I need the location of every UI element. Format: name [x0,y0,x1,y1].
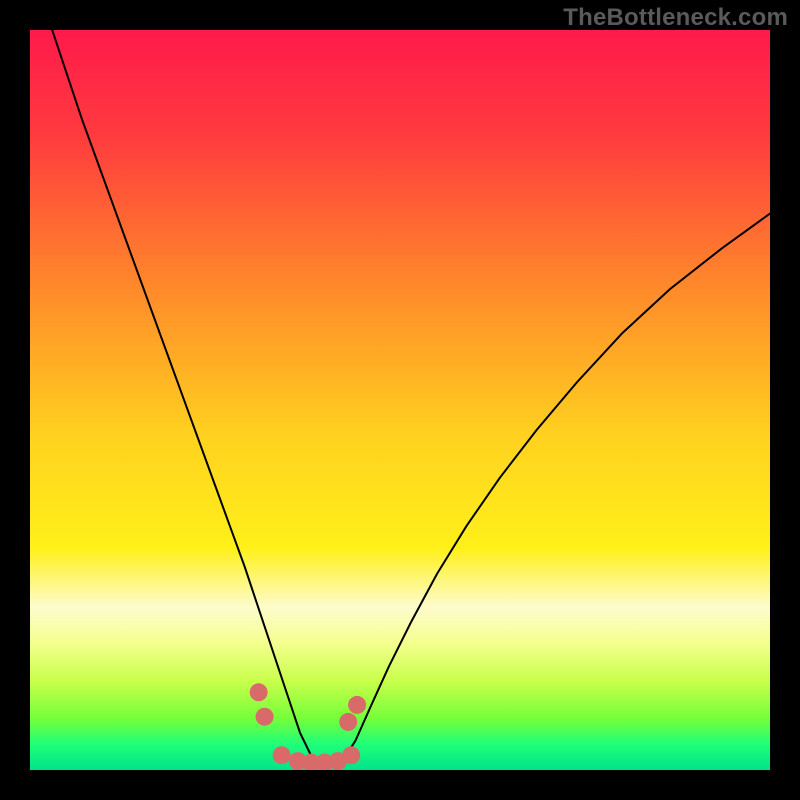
gradient-background [30,30,770,770]
marker-dot [348,696,366,714]
chart-frame: TheBottleneck.com [0,0,800,800]
plot-area [30,30,770,770]
marker-dot [256,708,274,726]
marker-dot [339,713,357,731]
marker-dot [342,746,360,764]
watermark-text: TheBottleneck.com [563,4,788,32]
marker-dot [250,683,268,701]
marker-dot [273,746,291,764]
chart-svg [30,30,770,770]
